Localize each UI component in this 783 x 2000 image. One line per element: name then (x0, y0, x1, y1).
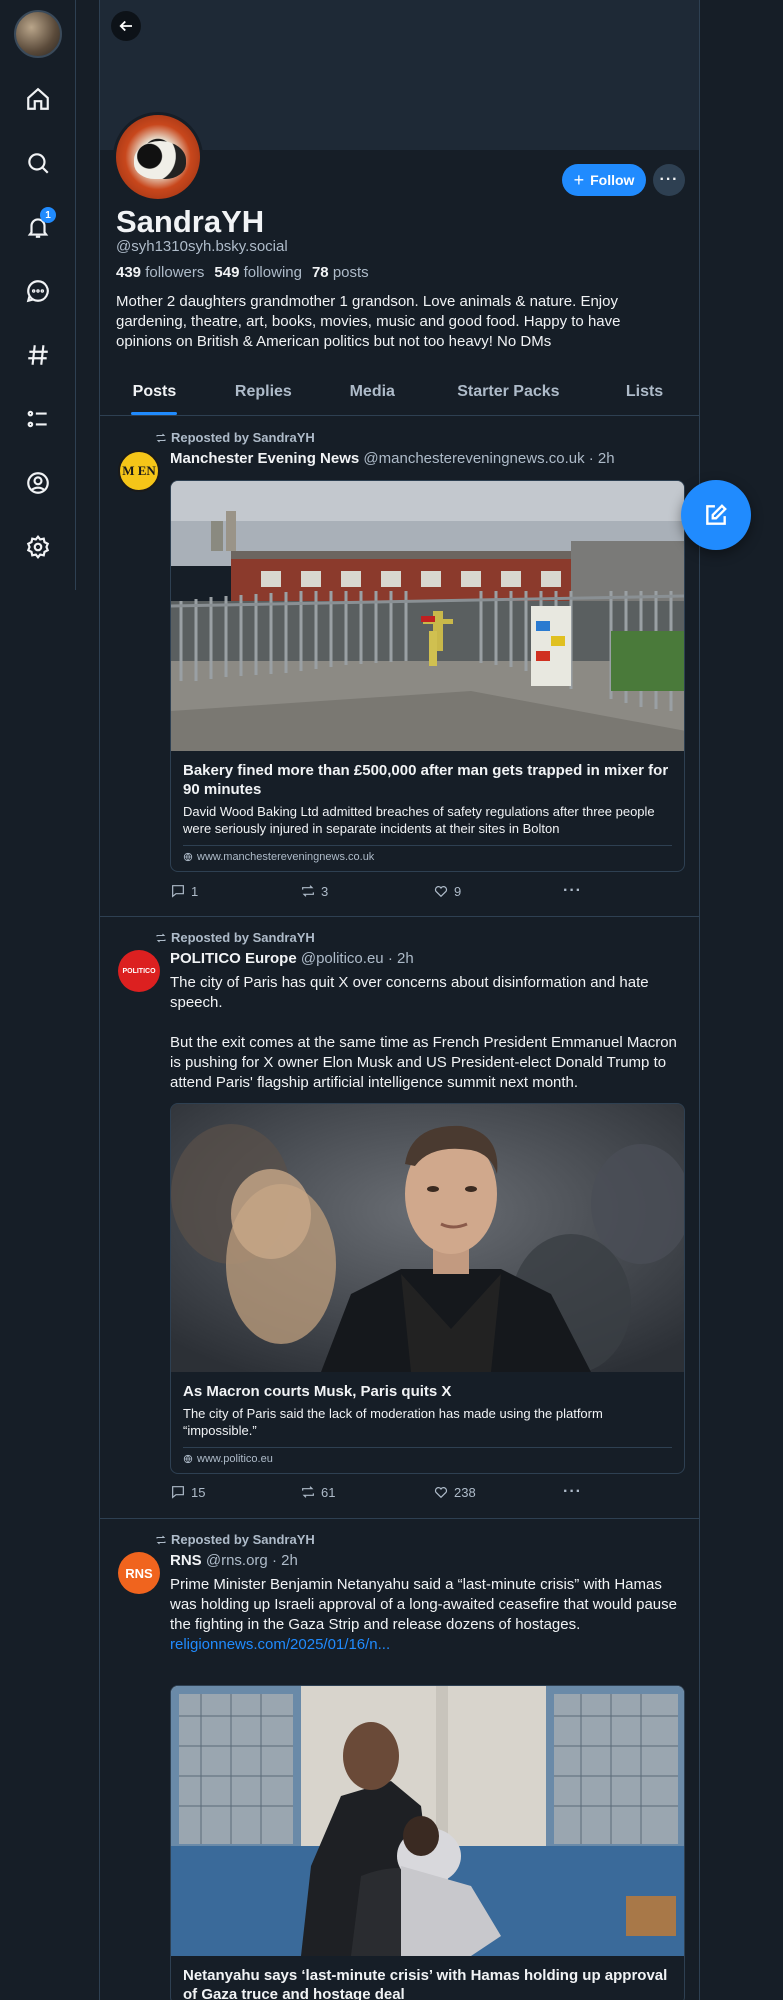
link-card[interactable]: Bakery fined more than £500,000 after ma… (170, 480, 685, 872)
post-link[interactable]: religionnews.com/2025/01/16/n... (170, 1635, 690, 1655)
back-button[interactable] (111, 11, 141, 41)
repost-icon (302, 1486, 314, 1498)
author-avatar[interactable]: M EN (118, 450, 160, 492)
link-card[interactable]: Netanyahu says ‘last-minute crisis’ with… (170, 1685, 685, 2000)
current-user-avatar[interactable] (14, 10, 62, 58)
list-icon[interactable] (20, 401, 56, 437)
home-icon[interactable] (20, 81, 56, 117)
notification-badge: 1 (40, 207, 56, 223)
compose-button[interactable] (681, 480, 751, 550)
like-icon (434, 1487, 448, 1499)
left-nav: 1 (0, 0, 76, 590)
profile-bio: Mother 2 daughters grandmother 1 grandso… (116, 293, 621, 350)
post-text: The city of Paris has quit X over concer… (170, 974, 677, 1091)
like-button[interactable]: 238 (433, 1484, 563, 1500)
link-card-image (171, 1104, 684, 1372)
author-handle[interactable]: @manchestereveningnews.co.uk (363, 450, 584, 467)
feed-post[interactable]: Reposted by SandraYH M EN Manchester Eve… (100, 417, 699, 917)
plus-icon: + (573, 170, 585, 190)
post-text: Prime Minister Benjamin Netanyahu said a… (170, 1575, 690, 1655)
feed-post[interactable]: Reposted by SandraYH POLITICO POLITICO E… (100, 917, 699, 1519)
reply-icon (172, 885, 184, 898)
follow-button[interactable]: + Follow (562, 164, 646, 196)
repost-icon (156, 1535, 166, 1544)
post-actions: 15 61 238 ··· (170, 1484, 590, 1500)
author-avatar[interactable]: POLITICO (118, 950, 160, 992)
link-card-description: David Wood Baking Ltd admitted breaches … (183, 804, 655, 836)
following-link[interactable]: 549 following (214, 264, 302, 281)
author-name[interactable]: POLITICO Europe (170, 950, 297, 967)
author-name[interactable]: RNS (170, 1552, 202, 1569)
post-more-button[interactable]: ··· (563, 883, 582, 899)
posts-count: 78 posts (311, 264, 369, 281)
link-card[interactable]: As Macron courts Musk, Paris quits X The… (170, 1103, 685, 1474)
reply-button[interactable]: 15 (170, 1484, 300, 1500)
post-header: RNS @rns.org · 2h (170, 1552, 298, 1569)
reply-button[interactable]: 1 (170, 883, 300, 899)
chat-icon[interactable] (20, 273, 56, 309)
tab-posts[interactable]: Posts (100, 372, 209, 415)
tab-lists[interactable]: Lists (590, 372, 699, 415)
repost-indicator: Reposted by SandraYH (155, 430, 315, 445)
author-handle[interactable]: @politico.eu (301, 950, 384, 967)
compose-icon (706, 504, 727, 525)
link-card-image (171, 481, 684, 751)
like-icon (434, 886, 448, 898)
profile-stats: 439 followers 549 following 78 posts (116, 264, 369, 281)
link-card-domain: www.politico.eu (183, 1447, 672, 1473)
post-time[interactable]: · 2h (388, 950, 414, 967)
more-options-button[interactable]: ··· (653, 164, 685, 196)
tab-replies[interactable]: Replies (209, 372, 318, 415)
profile-avatar[interactable] (113, 112, 203, 202)
profile-tabs: Posts Replies Media Starter Packs Lists (100, 372, 699, 416)
repost-icon (302, 885, 314, 897)
followers-link[interactable]: 439 followers (116, 264, 204, 281)
post-more-button[interactable]: ··· (563, 1484, 582, 1500)
author-avatar[interactable]: RNS (118, 1552, 160, 1594)
post-time[interactable]: · 2h (272, 1552, 298, 1569)
notifications-nav-item[interactable]: 1 (20, 207, 56, 245)
back-arrow-icon (119, 20, 132, 32)
reply-icon (172, 1486, 184, 1499)
feed-post[interactable]: Reposted by SandraYH RNS RNS @rns.org · … (100, 1519, 699, 2000)
post-header: Manchester Evening News @manchestereveni… (170, 450, 615, 467)
repost-indicator: Reposted by SandraYH (155, 930, 315, 945)
repost-icon (156, 933, 166, 942)
repost-button[interactable]: 3 (300, 883, 433, 899)
hashtag-icon[interactable] (20, 337, 56, 373)
link-card-title: Bakery fined more than £500,000 after ma… (183, 762, 669, 798)
profile-column: + Follow ··· SandraYH @syh1310syh.bsky.s… (99, 0, 700, 2000)
post-actions: 1 3 9 ··· (170, 883, 590, 899)
repost-indicator: Reposted by SandraYH (155, 1532, 315, 1547)
globe-icon (183, 852, 193, 862)
globe-icon (183, 1454, 193, 1464)
profile-icon[interactable] (20, 465, 56, 501)
post-header: POLITICO Europe @politico.eu · 2h (170, 950, 414, 967)
link-card-image (171, 1686, 684, 1956)
author-handle[interactable]: @rns.org (206, 1552, 268, 1569)
settings-icon[interactable] (20, 529, 56, 565)
link-card-domain: www.manchestereveningnews.co.uk (183, 845, 672, 871)
author-name[interactable]: Manchester Evening News (170, 450, 359, 467)
link-card-title: As Macron courts Musk, Paris quits X (183, 1383, 452, 1400)
repost-icon (156, 433, 166, 442)
link-card-description: The city of Paris said the lack of moder… (183, 1406, 603, 1438)
tab-media[interactable]: Media (318, 372, 427, 415)
display-name: SandraYH (116, 204, 265, 239)
post-time[interactable]: · 2h (589, 450, 615, 467)
search-icon[interactable] (20, 145, 56, 181)
like-button[interactable]: 9 (433, 883, 563, 899)
profile-handle: @syh1310syh.bsky.social (116, 238, 288, 255)
tab-starter-packs[interactable]: Starter Packs (427, 372, 590, 415)
repost-button[interactable]: 61 (300, 1484, 433, 1500)
link-card-title: Netanyahu says ‘last-minute crisis’ with… (183, 1967, 668, 2000)
